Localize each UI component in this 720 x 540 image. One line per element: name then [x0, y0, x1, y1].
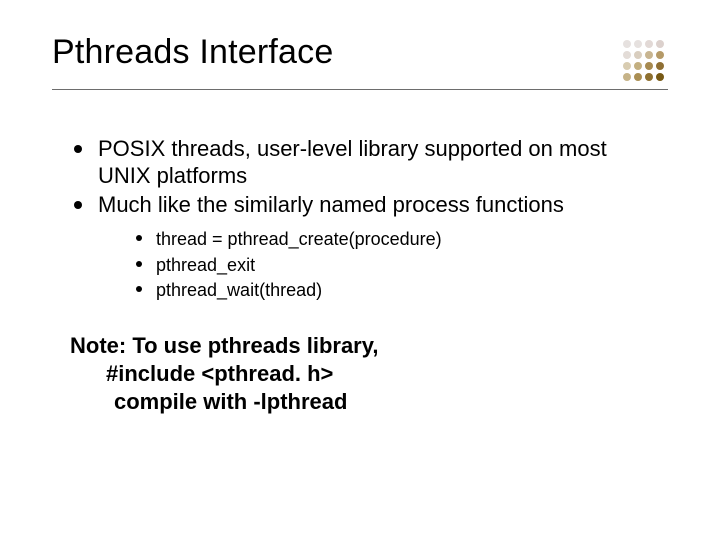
slide: Pthreads Interface POSIX threads, user-l… — [0, 0, 720, 540]
dot-icon — [634, 51, 642, 59]
note-line: compile with -lpthread — [70, 388, 662, 416]
bullet-text: POSIX threads, user-level library suppor… — [98, 136, 607, 188]
dot-icon — [656, 40, 664, 48]
bullet-item: POSIX threads, user-level library suppor… — [70, 136, 662, 190]
sub-bullet-item: pthread_wait(thread) — [134, 279, 662, 302]
sub-bullet-item: thread = pthread_create(procedure) — [134, 228, 662, 251]
dot-icon — [623, 73, 631, 81]
dot-icon — [645, 62, 653, 70]
dot-icon — [634, 62, 642, 70]
sub-bullet-text: thread = pthread_create(procedure) — [156, 229, 442, 249]
bullet-list: POSIX threads, user-level library suppor… — [70, 136, 662, 302]
note-line: Note: To use pthreads library, — [70, 332, 662, 360]
sub-bullet-text: pthread_wait(thread) — [156, 280, 322, 300]
dot-icon — [645, 40, 653, 48]
slide-title: Pthreads Interface — [52, 34, 333, 71]
dot-icon — [623, 51, 631, 59]
dot-icon — [623, 40, 631, 48]
sub-bullet-list: thread = pthread_create(procedure) pthre… — [98, 228, 662, 301]
sub-bullet-item: pthread_exit — [134, 254, 662, 277]
dot-icon — [656, 62, 664, 70]
dot-icon — [634, 73, 642, 81]
dot-icon — [623, 62, 631, 70]
dot-icon — [656, 51, 664, 59]
sub-bullet-text: pthread_exit — [156, 255, 255, 275]
slide-body: POSIX threads, user-level library suppor… — [52, 136, 668, 416]
bullet-item: Much like the similarly named process fu… — [70, 192, 662, 302]
decorative-dot-grid-icon — [623, 34, 668, 81]
dot-icon — [645, 51, 653, 59]
dot-icon — [634, 40, 642, 48]
dot-icon — [645, 73, 653, 81]
bullet-text: Much like the similarly named process fu… — [98, 192, 564, 217]
note-line: #include <pthread. h> — [70, 360, 662, 388]
note-block: Note: To use pthreads library, #include … — [70, 332, 662, 416]
title-row: Pthreads Interface — [52, 34, 668, 90]
dot-icon — [656, 73, 664, 81]
